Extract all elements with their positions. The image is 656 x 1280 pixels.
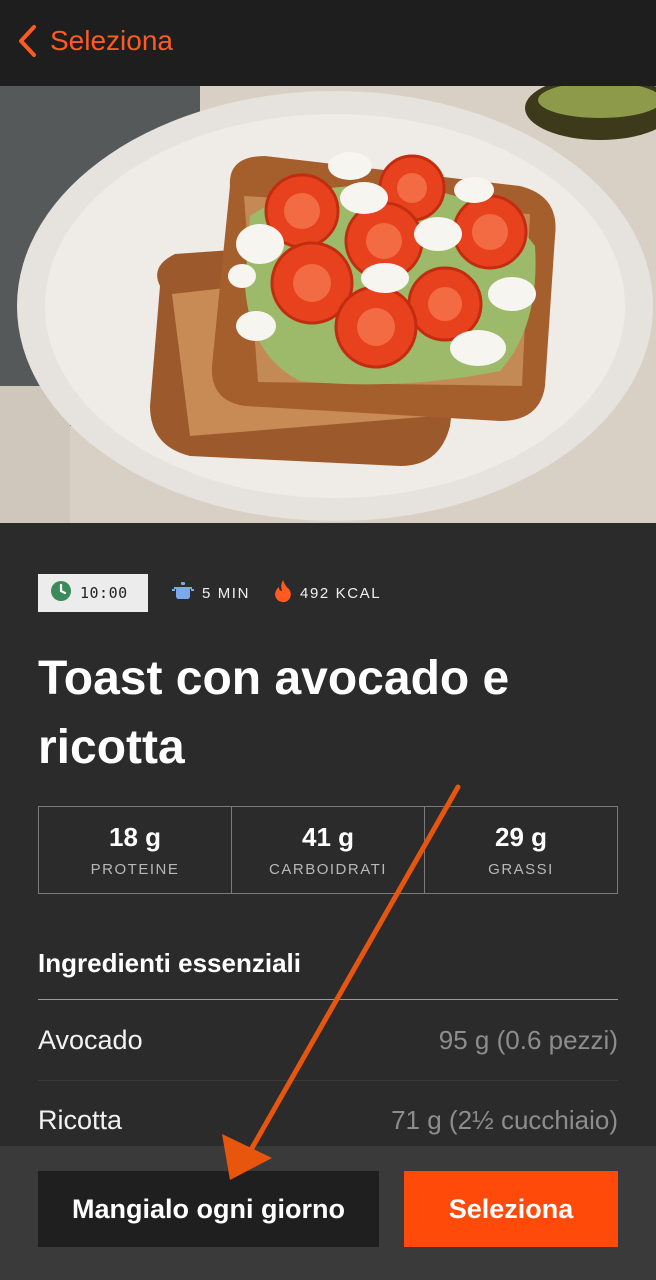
- duration: 5 MIN: [172, 581, 250, 605]
- ingredients-heading: Ingredienti essenziali: [38, 948, 301, 978]
- calories: 492 KCAL: [274, 579, 381, 607]
- macros-table: 18 g PROTEINE 41 g CARBOIDRATI 29 g GRAS…: [38, 806, 618, 894]
- time-chip: 10:00: [38, 574, 148, 612]
- divider: [38, 999, 618, 1000]
- select-button[interactable]: Seleziona: [404, 1171, 618, 1247]
- recipe-title: Toast con avocado e ricotta: [38, 652, 510, 774]
- macro-label: CARBOIDRATI: [269, 861, 387, 878]
- ingredient-row[interactable]: Avocado 95 g (0.6 pezzi): [38, 1001, 618, 1081]
- macro-value: 18 g: [108, 822, 162, 852]
- macro-label: GRASSI: [488, 861, 554, 878]
- bottom-action-bar: Mangialo ogni giorno Seleziona: [0, 1146, 656, 1280]
- ingredient-name: Avocado: [38, 1025, 143, 1055]
- recipe-meta: 10:00 5 MIN 492 KCAL: [38, 574, 381, 612]
- clock-icon: [50, 580, 72, 606]
- recipe-photo: [0, 86, 656, 523]
- macro-carbs: 41 g CARBOIDRATI: [232, 807, 425, 893]
- flame-icon: [274, 579, 292, 607]
- ingredient-quantity: 71 g (2½ cucchiaio): [391, 1105, 618, 1135]
- duration-label: 5 MIN: [202, 584, 251, 602]
- macro-protein: 18 g PROTEINE: [39, 807, 232, 893]
- meal-time: 10:00: [80, 584, 128, 602]
- ingredient-name: Ricotta: [38, 1105, 123, 1135]
- chevron-left-icon: [16, 24, 38, 58]
- pot-icon: [172, 581, 194, 605]
- back-label: Seleziona: [50, 25, 173, 56]
- macro-value: 41 g: [301, 822, 355, 852]
- macro-fat: 29 g GRASSI: [425, 807, 617, 893]
- ingredient-quantity: 95 g (0.6 pezzi): [438, 1025, 618, 1055]
- macro-value: 29 g: [494, 822, 548, 852]
- calories-label: 492 KCAL: [300, 584, 382, 602]
- top-bar: Seleziona: [0, 0, 656, 86]
- eat-every-day-button[interactable]: Mangialo ogni giorno: [38, 1171, 379, 1247]
- macro-label: PROTEINE: [90, 861, 180, 878]
- back-button[interactable]: Seleziona: [16, 18, 173, 64]
